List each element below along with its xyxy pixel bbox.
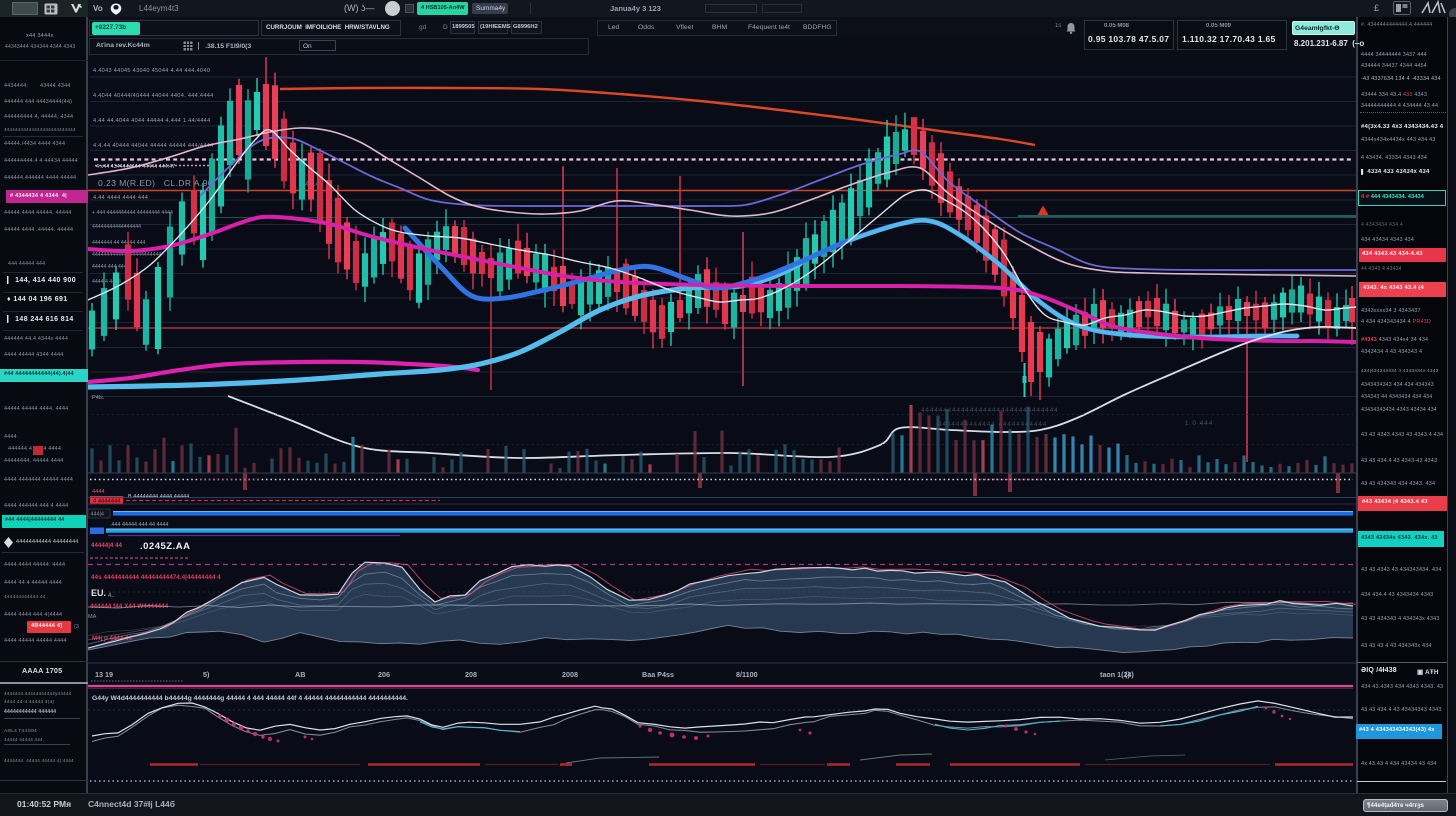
svg-text:.444 44444 444 44 4444: .444 44444 444 44 4444: [110, 522, 168, 528]
svg-text:1.0 444: 1.0 444: [1185, 420, 1213, 427]
svg-text:4..: 4..: [108, 593, 115, 599]
svg-text:208: 208: [465, 670, 477, 679]
svg-text:444444444444444444444444444444: 4444444444444444444444444444444: [921, 407, 1059, 414]
svg-text:+ 444 4444444444 44444444 4444: + 444 4444444444 44444444 4444: [92, 210, 173, 216]
svg-text:G44y W4d4444444444 b44444g 444: G44y W4d4444444444 b44444g 4444444g 4444…: [92, 695, 408, 702]
svg-text:44444 444 4444: 44444 444 4444: [92, 264, 130, 270]
svg-text:2008: 2008: [562, 670, 578, 679]
svg-text:13 19: 13 19: [95, 670, 113, 679]
svg-text:4.44 44.4044 4044 44444 4.444: 4.44 44.4044 4044 44444 4.444 1.44/4444: [93, 118, 210, 124]
svg-text:44s 4444444444 44444444474.4|4: 44s 4444444444 44444444474.4|44444444 4: [91, 574, 221, 581]
svg-text:4444: 4444: [92, 489, 104, 495]
svg-text:5): 5): [203, 670, 210, 679]
svg-text:AB: AB: [295, 670, 305, 679]
svg-text:4444444 44 44444 444: 4444444 44 44444 444: [92, 240, 145, 246]
svg-text:8/1100: 8/1100: [736, 670, 758, 679]
svg-text:444444 f44 X44 W4444444: 444444 f44 X44 W4444444: [90, 603, 169, 610]
svg-text:206: 206: [378, 670, 390, 679]
svg-text:(4): (4): [1125, 670, 1134, 679]
svg-text:4.44 4444 4444 444: 4.44 4444 4444 444: [93, 195, 148, 201]
svg-text:P4ls.: P4ls.: [92, 395, 105, 401]
svg-text:4.4043 44045 43040 45044 4.44: 4.4043 44045 43040 45044 4.44 444.4040: [93, 68, 210, 74]
svg-text:4.4044 40444/40444 44044 4404.: 4.4044 40444/40444 44044 4404. 444.4444: [93, 93, 214, 99]
svg-text:.0245Z.AA: .0245Z.AA: [140, 541, 190, 552]
svg-text:MA: MA: [88, 614, 97, 620]
svg-text:444|4: 444|4: [91, 512, 104, 518]
svg-text:44444444444444444: 44444444444444444: [92, 224, 141, 230]
svg-text:0.23 M(R.ED) CL.DR A.90: 0.23 M(R.ED) CL.DR A.90: [98, 178, 213, 188]
svg-text:Baa P4ss: Baa P4ss: [642, 670, 674, 679]
svg-text:44444|4 44: 44444|4 44: [91, 542, 123, 549]
svg-text:EU.: EU.: [91, 588, 106, 598]
